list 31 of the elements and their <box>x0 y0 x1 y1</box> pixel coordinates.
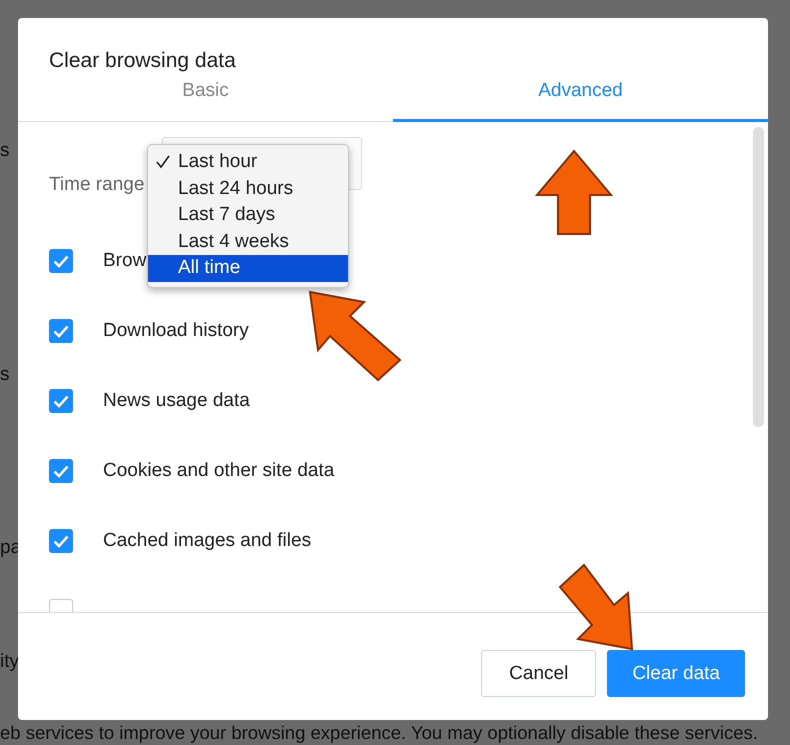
field-label: Time range <box>49 174 144 196</box>
checkmark-icon <box>53 254 69 268</box>
checkbox[interactable] <box>49 389 73 413</box>
checkbox-label: Brow <box>103 250 146 272</box>
menu-item[interactable]: Last 24 hours <box>148 176 348 202</box>
scrollbar[interactable] <box>753 127 764 427</box>
page-text: s <box>0 140 10 162</box>
menu-item[interactable]: Last 4 weeks <box>148 228 348 255</box>
arrow-icon <box>534 148 614 238</box>
checkmark-icon <box>53 394 69 408</box>
checkmark-icon <box>53 464 69 478</box>
menu-item[interactable]: Last hour <box>148 149 348 176</box>
checkbox[interactable] <box>49 529 73 553</box>
dialog-title: Clear browsing data <box>49 48 236 74</box>
checkbox-label: Cached images and files <box>103 530 312 552</box>
checkmark-icon <box>53 534 69 548</box>
checkbox[interactable] <box>49 249 73 273</box>
page-text: ity <box>0 651 19 673</box>
checkmark-icon <box>53 324 69 338</box>
checkbox[interactable] <box>49 459 73 483</box>
page-text: eb services to improve your browsing experience. You may optionally disable these services. <box>0 722 759 744</box>
menu-item[interactable]: All time <box>148 255 348 282</box>
cancel-button[interactable]: Cancel <box>481 650 596 697</box>
checkbox-label: News usage data <box>103 390 250 412</box>
page-text: s <box>0 364 10 386</box>
arrow-icon <box>306 288 404 384</box>
menu-item[interactable]: Last 7 days <box>148 202 348 228</box>
tab[interactable]: Basic <box>18 80 393 122</box>
checkbox-label: Cookies and other site data <box>103 460 334 482</box>
checkbox-label: Download history <box>103 320 249 342</box>
checkbox[interactable] <box>49 319 73 343</box>
